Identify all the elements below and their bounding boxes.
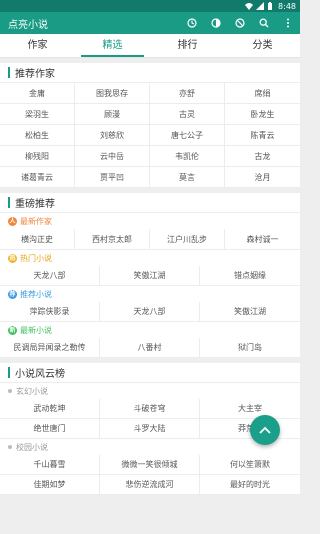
- hot-badge-icon: 热: [8, 253, 17, 263]
- novel-item[interactable]: 斗罗大陆: [100, 419, 200, 439]
- newest-author-label: 人 最新作家: [8, 216, 52, 226]
- novel-item[interactable]: 民调局异闻录之勒传: [0, 338, 100, 358]
- author-item[interactable]: 云中岳: [75, 146, 150, 167]
- header-accent-bar: [8, 197, 10, 208]
- author-item[interactable]: 亦舒: [150, 83, 225, 104]
- author-item[interactable]: 莫言: [150, 167, 225, 188]
- novel-item[interactable]: 天龙八部: [0, 266, 100, 286]
- newest-novel-label: 新 最新小说: [8, 325, 52, 335]
- tab-ranking[interactable]: 排行: [150, 34, 225, 57]
- hot-novel-grid: 天龙八部 笑傲江湖 错点姻缘: [0, 266, 300, 286]
- novel-item[interactable]: 八番村: [100, 338, 200, 358]
- novel-item[interactable]: 萍踪侠影录: [0, 302, 100, 322]
- new-badge-icon: 新: [8, 325, 17, 335]
- chevron-up-icon: [259, 426, 271, 434]
- author-grid: 金庸 图我思存 亦舒 席绢 梁羽生 顾漫 古灵 卧龙生 松柏生 刘慈欣 唐七公子…: [0, 83, 300, 188]
- novel-item[interactable]: 斗破苍穹: [100, 399, 200, 419]
- search-icon: [259, 18, 269, 28]
- author-item[interactable]: 韦凯伦: [150, 146, 225, 167]
- novel-item[interactable]: 最好的时光: [200, 475, 300, 495]
- status-time: 8:48: [278, 1, 296, 11]
- recommend-novel-label: 荐 推荐小说: [8, 289, 52, 299]
- battery-icon: [267, 2, 275, 10]
- tab-category[interactable]: 分类: [225, 34, 300, 57]
- contrast-icon: [211, 18, 221, 28]
- novel-item[interactable]: 佳期如梦: [0, 475, 100, 495]
- author-item[interactable]: 松柏生: [0, 125, 75, 146]
- novel-item[interactable]: 千山暮雪: [0, 455, 100, 475]
- author-item[interactable]: 古灵: [150, 104, 225, 125]
- author-item[interactable]: 古龙: [225, 146, 300, 167]
- novel-item[interactable]: 笑傲江湖: [100, 266, 200, 286]
- card-header: 推荐作家: [0, 63, 300, 83]
- author-item[interactable]: 图我思存: [75, 83, 150, 104]
- section-title: 重磅推荐: [15, 199, 55, 210]
- featured-recommend-card: 重磅推荐 人 最新作家 横沟正史 西村京太郎 江户川乱步 森村诚一 热 热门小说…: [0, 193, 300, 358]
- tab-authors[interactable]: 作家: [0, 34, 75, 57]
- novel-item[interactable]: 天龙八部: [100, 302, 200, 322]
- history-button[interactable]: [180, 12, 204, 34]
- header-accent-bar: [8, 67, 10, 78]
- author-item[interactable]: 顾漫: [75, 104, 150, 125]
- novel-item[interactable]: 何以笙箫默: [200, 455, 300, 475]
- signal-icon: [256, 2, 265, 10]
- author-item[interactable]: 沧月: [225, 167, 300, 188]
- more-button[interactable]: [276, 12, 300, 34]
- person-badge-icon: 人: [8, 216, 17, 226]
- author-item[interactable]: 江户川乱步: [150, 229, 225, 250]
- author-item[interactable]: 席绢: [225, 83, 300, 104]
- author-item[interactable]: 唐七公子: [150, 125, 225, 146]
- card-header: 小说风云榜: [0, 363, 300, 383]
- night-mode-button[interactable]: [228, 12, 252, 34]
- app-bar: 点亮小说: [0, 12, 300, 34]
- theme-button[interactable]: [204, 12, 228, 34]
- newest-author-grid: 横沟正史 西村京太郎 江户川乱步 森村诚一: [0, 229, 300, 250]
- header-accent-bar: [8, 367, 10, 378]
- tab-bar: 作家 精选 排行 分类: [0, 34, 300, 58]
- author-item[interactable]: 柳残阳: [0, 146, 75, 167]
- novel-item[interactable]: 狱门岛: [200, 338, 300, 358]
- scroll-top-button[interactable]: [250, 415, 280, 445]
- author-item[interactable]: 西村京太郎: [75, 229, 150, 250]
- section-title: 小说风云榜: [15, 369, 65, 380]
- card-header: 重磅推荐: [0, 193, 300, 213]
- novel-item[interactable]: 错点姻缘: [200, 266, 300, 286]
- author-item[interactable]: 贾平凹: [75, 167, 150, 188]
- author-item[interactable]: 诸葛青云: [0, 167, 75, 188]
- novel-item[interactable]: 大主宰: [200, 399, 300, 419]
- author-item[interactable]: 刘慈欣: [75, 125, 150, 146]
- novel-item[interactable]: 笑傲江湖: [200, 302, 300, 322]
- novel-item[interactable]: 微微一笑很倾城: [100, 455, 200, 475]
- main-content[interactable]: 推荐作家 金庸 图我思存 亦舒 席绢 梁羽生 顾漫 古灵 卧龙生 松柏生 刘慈欣…: [0, 58, 300, 534]
- status-icons: 8:48: [245, 0, 296, 12]
- novel-item[interactable]: 绝世唐门: [0, 419, 100, 439]
- recommended-authors-card: 推荐作家 金庸 图我思存 亦舒 席绢 梁羽生 顾漫 古灵 卧龙生 松柏生 刘慈欣…: [0, 63, 300, 188]
- author-item[interactable]: 横沟正史: [0, 229, 75, 250]
- app-title: 点亮小说: [8, 19, 48, 31]
- hot-novel-label: 热 热门小说: [8, 253, 52, 263]
- tab-featured[interactable]: 精选: [75, 34, 150, 57]
- novel-item[interactable]: 悲伤逆流成河: [100, 475, 200, 495]
- status-bar: 8:48: [0, 0, 300, 12]
- author-item[interactable]: 森村诚一: [225, 229, 300, 250]
- author-item[interactable]: 金庸: [0, 83, 75, 104]
- night-mode-icon: [235, 18, 245, 28]
- recommend-badge-icon: 荐: [8, 289, 17, 299]
- history-icon: [187, 18, 197, 28]
- wifi-icon: [245, 2, 254, 10]
- newest-novel-grid: 民调局异闻录之勒传 八番村 狱门岛: [0, 338, 300, 358]
- bullet-dot-icon: [8, 445, 12, 449]
- bullet-dot-icon: [8, 389, 12, 393]
- author-item[interactable]: 陈青云: [225, 125, 300, 146]
- author-item[interactable]: 梁羽生: [0, 104, 75, 125]
- author-item[interactable]: 卧龙生: [225, 104, 300, 125]
- recommend-novel-grid: 萍踪侠影录 天龙八部 笑傲江湖: [0, 302, 300, 322]
- campus-grid: 千山暮雪 微微一笑很倾城 何以笙箫默 佳期如梦 悲伤逆流成河 最好的时光: [0, 455, 300, 495]
- section-title: 推荐作家: [15, 69, 55, 80]
- novel-item[interactable]: 武动乾坤: [0, 399, 100, 419]
- search-button[interactable]: [252, 12, 276, 34]
- fantasy-label: 玄幻小说: [0, 383, 300, 399]
- more-vert-icon: [287, 18, 289, 28]
